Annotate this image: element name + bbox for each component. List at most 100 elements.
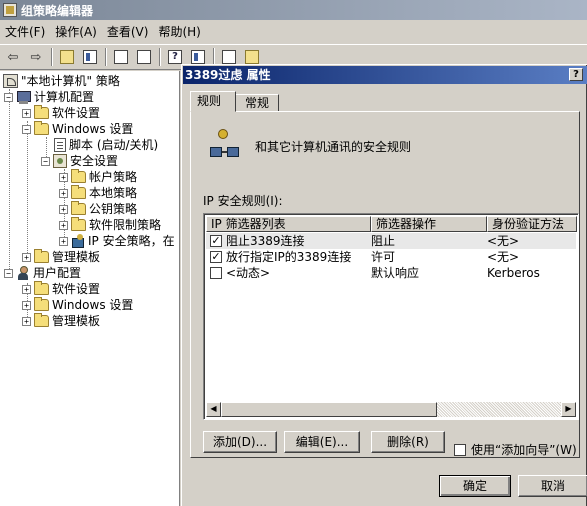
ipsec-icon xyxy=(71,234,85,248)
rule-auth: Kerberos xyxy=(487,266,540,280)
folder-open-icon xyxy=(34,121,49,135)
tree-label: 软件限制策略 xyxy=(89,218,162,232)
computer-icon xyxy=(16,90,31,104)
scroll-left-icon[interactable]: ◀ xyxy=(206,402,221,417)
tree-label: 软件设置 xyxy=(52,106,101,120)
tree-label: Windows 设置 xyxy=(52,122,134,136)
rules-description: 和其它计算机通讯的安全规则 xyxy=(255,140,412,154)
collapse-icon[interactable]: − xyxy=(4,268,13,278)
tree-label: 管理模板 xyxy=(52,314,101,328)
folder-icon xyxy=(34,249,49,263)
tree-admin-templates[interactable]: + 管理模板 xyxy=(22,249,100,265)
rule-checkbox[interactable]: ✓ xyxy=(210,235,222,247)
folder-icon xyxy=(34,105,49,119)
tree-windows-settings[interactable]: − Windows 设置 xyxy=(22,121,133,137)
back-arrow-icon[interactable]: ⇦ xyxy=(2,46,24,68)
expand-icon[interactable]: + xyxy=(59,172,68,182)
expand-icon[interactable]: + xyxy=(59,220,68,230)
rule-filter: <动态> xyxy=(226,266,271,280)
collapse-icon[interactable]: − xyxy=(22,124,31,134)
folder-icon xyxy=(71,201,86,215)
list-header: IP 筛选器列表 筛选器操作 身份验证方法 xyxy=(206,216,577,232)
scroll-thumb[interactable] xyxy=(221,402,437,417)
cancel-button[interactable]: 取消 xyxy=(518,475,587,497)
tree-root-label: "本地计算机" 策略 xyxy=(21,74,120,88)
tree-local-policies[interactable]: + 本地策略 xyxy=(59,185,137,201)
tree-software-settings[interactable]: + 软件设置 xyxy=(22,105,100,121)
tree-public-key[interactable]: + 公钥策略 xyxy=(59,201,137,217)
rule-filter: 放行指定IP的3389连接 xyxy=(226,250,352,264)
add-rule-button[interactable]: 添加(D)... xyxy=(203,431,277,453)
policy-tree: "本地计算机" 策略 − 计算机配置 + 软件设置 − Windows 设置 脚… xyxy=(0,71,180,506)
tree-line xyxy=(27,121,28,261)
table-row[interactable]: ✓ 阻止3389连接 阻止 <无> xyxy=(206,233,576,249)
tree-user-software-settings[interactable]: + 软件设置 xyxy=(22,281,100,297)
tree-scripts[interactable]: 脚本 (启动/关机) xyxy=(54,137,158,153)
properties-dialog: 3389过虑 属性 ? 规则 常规 和其它计算机通讯的安全规则 IP 安全规则(… xyxy=(181,64,587,506)
tree-computer-config[interactable]: − 计算机配置 xyxy=(4,89,94,105)
tree-security-settings[interactable]: − 安全设置 xyxy=(41,153,118,169)
expand-icon[interactable]: + xyxy=(59,204,68,214)
folder-icon xyxy=(34,281,49,295)
folder-icon xyxy=(71,185,86,199)
tab-general[interactable]: 常规 xyxy=(235,94,280,112)
expand-icon[interactable]: + xyxy=(22,300,31,310)
up-folder-icon[interactable] xyxy=(56,46,78,68)
show-tree-icon[interactable] xyxy=(79,46,101,68)
menu-file[interactable]: 文件(F) xyxy=(0,23,50,42)
expand-icon[interactable]: + xyxy=(59,236,68,246)
tree-root[interactable]: "本地计算机" 策略 xyxy=(3,73,120,89)
rule-auth: <无> xyxy=(487,250,520,264)
user-icon xyxy=(16,266,30,280)
expand-icon[interactable]: + xyxy=(22,316,31,326)
scroll-right-icon[interactable]: ▶ xyxy=(561,402,576,417)
rule-action: 许可 xyxy=(371,250,396,264)
tree-user-config[interactable]: − 用户配置 xyxy=(4,265,81,281)
rule-checkbox[interactable] xyxy=(210,267,222,279)
collapse-icon[interactable]: − xyxy=(4,92,13,102)
tree-software-restriction[interactable]: + 软件限制策略 xyxy=(59,217,161,233)
window-titlebar: 组策略编辑器 xyxy=(0,0,587,20)
expand-icon[interactable]: + xyxy=(22,284,31,294)
tree-line xyxy=(9,89,10,277)
use-wizard-checkbox[interactable] xyxy=(454,443,466,456)
dialog-titlebar: 3389过虑 属性 ? xyxy=(183,66,587,84)
folder-icon xyxy=(71,217,86,231)
horizontal-scrollbar[interactable]: ◀ ▶ xyxy=(206,402,576,417)
tree-ipsec[interactable]: + IP 安全策略，在 xyxy=(59,233,175,249)
tree-account-policies[interactable]: + 帐户策略 xyxy=(59,169,137,185)
ip-rules-list[interactable]: IP 筛选器列表 筛选器操作 身份验证方法 ✓ 阻止3389连接 阻止 <无> … xyxy=(203,213,579,420)
ok-button[interactable]: 确定 xyxy=(439,475,511,497)
script-icon xyxy=(54,138,66,152)
edit-rule-button[interactable]: 编辑(E)... xyxy=(284,431,360,453)
column-auth-method[interactable]: 身份验证方法 xyxy=(487,216,577,232)
table-row[interactable]: ✓ 放行指定IP的3389连接 许可 <无> xyxy=(206,249,576,265)
tab-rules[interactable]: 规则 xyxy=(190,91,237,112)
scroll-track[interactable] xyxy=(437,402,561,417)
window-title: 组策略编辑器 xyxy=(21,3,94,18)
properties-icon[interactable] xyxy=(110,46,132,68)
rule-checkbox[interactable]: ✓ xyxy=(210,251,222,263)
dialog-help-button[interactable]: ? xyxy=(569,68,583,81)
forward-arrow-icon[interactable]: ⇨ xyxy=(25,46,47,68)
column-filter-action[interactable]: 筛选器操作 xyxy=(371,216,487,232)
tree-user-windows-settings[interactable]: + Windows 设置 xyxy=(22,297,133,313)
tree-label: 公钥策略 xyxy=(89,202,138,216)
network-security-icon xyxy=(210,129,244,163)
table-row[interactable]: <动态> 默认响应 Kerberos xyxy=(206,265,576,281)
menu-action[interactable]: 操作(A) xyxy=(50,23,102,42)
use-wizard-option[interactable]: 使用“添加向导”(W) xyxy=(454,441,577,458)
expand-icon[interactable]: + xyxy=(59,188,68,198)
use-wizard-label: 使用“添加向导”(W) xyxy=(471,443,577,457)
tree-user-admin-templates[interactable]: + 管理模板 xyxy=(22,313,100,329)
delete-rule-button[interactable]: 删除(R) xyxy=(371,431,445,453)
tree-label: 管理模板 xyxy=(52,250,101,264)
collapse-icon[interactable]: − xyxy=(41,156,50,166)
column-filter-list[interactable]: IP 筛选器列表 xyxy=(206,216,371,232)
tree-label: IP 安全策略，在 xyxy=(88,234,175,248)
export-list-icon[interactable] xyxy=(133,46,155,68)
expand-icon[interactable]: + xyxy=(22,108,31,118)
expand-icon[interactable]: + xyxy=(22,252,31,262)
menu-view[interactable]: 查看(V) xyxy=(102,23,154,42)
menu-help[interactable]: 帮助(H) xyxy=(153,23,205,42)
